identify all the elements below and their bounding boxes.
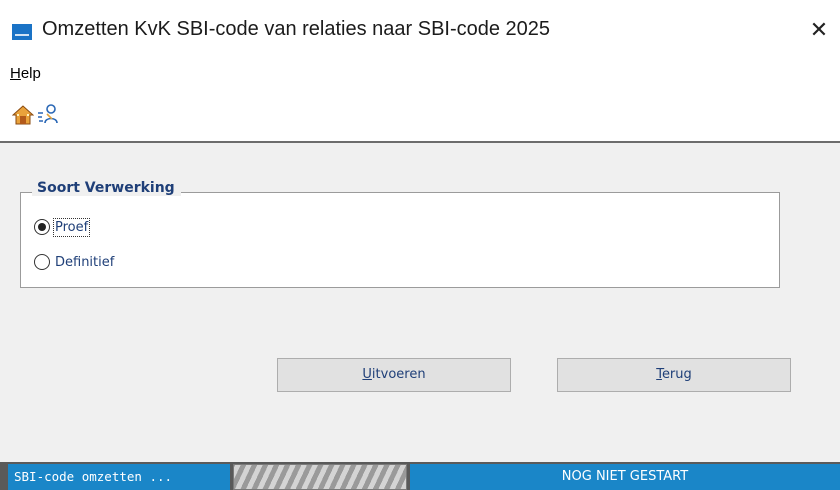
terug-button[interactable]: Terug bbox=[557, 358, 791, 392]
menu-help-label: elp bbox=[20, 65, 41, 82]
process-person-icon[interactable] bbox=[36, 103, 60, 127]
uitvoeren-accelerator: U bbox=[362, 367, 372, 382]
status-state: NOG NIET GESTART bbox=[410, 464, 840, 490]
uitvoeren-button[interactable]: Uitvoeren bbox=[277, 358, 511, 392]
close-icon: ✕ bbox=[809, 18, 829, 43]
radio-definitief-circle[interactable] bbox=[34, 254, 50, 270]
menu-help[interactable]: Help bbox=[10, 65, 41, 82]
toolbar bbox=[0, 88, 840, 143]
close-button[interactable]: ✕ bbox=[798, 14, 840, 48]
group-legend: Soort Verwerking bbox=[32, 180, 181, 196]
uitvoeren-label: itvoeren bbox=[371, 367, 426, 382]
radio-proef-circle[interactable] bbox=[34, 219, 50, 235]
home-icon[interactable] bbox=[12, 104, 34, 126]
radio-proef-label: Proef bbox=[52, 217, 91, 237]
status-message: SBI-code omzetten ... bbox=[8, 464, 230, 490]
terug-label: erug bbox=[661, 367, 692, 382]
radio-proef[interactable]: Proef bbox=[34, 215, 91, 239]
menu-help-accelerator: H bbox=[10, 65, 21, 82]
title-bar: Omzetten KvK SBI-code van relaties naar … bbox=[0, 0, 840, 60]
window-title: Omzetten KvK SBI-code van relaties naar … bbox=[42, 18, 551, 40]
app-logo-icon bbox=[12, 24, 32, 40]
radio-definitief-label: Definitief bbox=[55, 254, 115, 270]
menu-bar: Help bbox=[0, 60, 840, 88]
status-bar: SBI-code omzetten ... NOG NIET GESTART bbox=[0, 462, 840, 490]
radio-definitief[interactable]: Definitief bbox=[34, 250, 115, 274]
progress-bar bbox=[233, 464, 407, 490]
processing-type-group bbox=[20, 192, 780, 288]
